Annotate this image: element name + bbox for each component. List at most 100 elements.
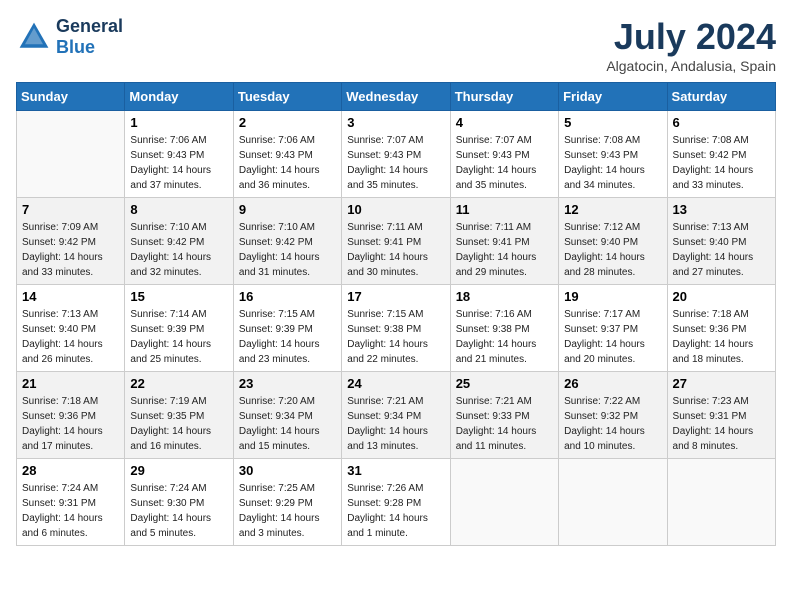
day-info: Sunrise: 7:24 AM Sunset: 9:31 PM Dayligh… xyxy=(22,481,119,541)
day-number: 18 xyxy=(456,289,553,304)
calendar-cell: 21 Sunrise: 7:18 AM Sunset: 9:36 PM Dayli… xyxy=(17,372,125,459)
day-number: 6 xyxy=(673,115,770,130)
calendar-cell: 28Sunrise: 7:24 AM Sunset: 9:31 PM Dayli… xyxy=(17,459,125,546)
calendar-header: SundayMondayTuesdayWednesdayThursdayFrid… xyxy=(17,83,776,111)
logo-blue: Blue xyxy=(56,37,95,57)
day-info: Sunrise: 7:08 AM Sunset: 9:42 PM Dayligh… xyxy=(673,133,770,193)
day-info: Sunrise: 7:08 AM Sunset: 9:43 PM Dayligh… xyxy=(564,133,661,193)
day-info: Sunrise: 7:12 AM Sunset: 9:40 PM Dayligh… xyxy=(564,220,661,280)
calendar-cell: 23Sunrise: 7:20 AM Sunset: 9:34 PM Dayli… xyxy=(233,372,341,459)
day-number: 14 xyxy=(22,289,119,304)
day-number: 19 xyxy=(564,289,661,304)
calendar-cell: 30Sunrise: 7:25 AM Sunset: 9:29 PM Dayli… xyxy=(233,459,341,546)
day-info: Sunrise: 7:23 AM Sunset: 9:31 PM Dayligh… xyxy=(673,394,770,454)
calendar-cell: 26 Sunrise: 7:22 AM Sunset: 9:32 PM Dayli… xyxy=(559,372,667,459)
day-info: Sunrise: 7:19 AM Sunset: 9:35 PM Dayligh… xyxy=(130,394,227,454)
day-info: Sunrise: 7:26 AM Sunset: 9:28 PM Dayligh… xyxy=(347,481,444,541)
week-row-2: 14 Sunrise: 7:13 AM Sunset: 9:40 PM Dayli… xyxy=(17,285,776,372)
calendar-cell: 27 Sunrise: 7:23 AM Sunset: 9:31 PM Dayli… xyxy=(667,372,775,459)
title-block: July 2024 Algatocin, Andalusia, Spain xyxy=(606,16,776,74)
logo-icon xyxy=(16,19,52,55)
day-number: 30 xyxy=(239,463,336,478)
calendar-body: 1Sunrise: 7:06 AM Sunset: 9:43 PM Daylig… xyxy=(17,111,776,546)
header-sunday: Sunday xyxy=(17,83,125,111)
header-thursday: Thursday xyxy=(450,83,558,111)
header-tuesday: Tuesday xyxy=(233,83,341,111)
day-number: 15 xyxy=(130,289,227,304)
day-number: 12 xyxy=(564,202,661,217)
day-number: 10 xyxy=(347,202,444,217)
day-number: 25 xyxy=(456,376,553,391)
day-info: Sunrise: 7:13 AM Sunset: 9:40 PM Dayligh… xyxy=(673,220,770,280)
day-number: 17 xyxy=(347,289,444,304)
day-info: Sunrise: 7:18 AM Sunset: 9:36 PM Dayligh… xyxy=(673,307,770,367)
day-number: 16 xyxy=(239,289,336,304)
day-info: Sunrise: 7:15 AM Sunset: 9:39 PM Dayligh… xyxy=(239,307,336,367)
day-info: Sunrise: 7:15 AM Sunset: 9:38 PM Dayligh… xyxy=(347,307,444,367)
day-info: Sunrise: 7:07 AM Sunset: 9:43 PM Dayligh… xyxy=(347,133,444,193)
calendar-cell: 9 Sunrise: 7:10 AM Sunset: 9:42 PM Daylig… xyxy=(233,198,341,285)
calendar-cell: 3 Sunrise: 7:07 AM Sunset: 9:43 PM Daylig… xyxy=(342,111,450,198)
page-header: General Blue July 2024 Algatocin, Andalu… xyxy=(16,16,776,74)
day-info: Sunrise: 7:22 AM Sunset: 9:32 PM Dayligh… xyxy=(564,394,661,454)
header-saturday: Saturday xyxy=(667,83,775,111)
day-info: Sunrise: 7:18 AM Sunset: 9:36 PM Dayligh… xyxy=(22,394,119,454)
week-row-3: 21 Sunrise: 7:18 AM Sunset: 9:36 PM Dayli… xyxy=(17,372,776,459)
calendar-table: SundayMondayTuesdayWednesdayThursdayFrid… xyxy=(16,82,776,546)
calendar-cell: 6 Sunrise: 7:08 AM Sunset: 9:42 PM Daylig… xyxy=(667,111,775,198)
day-number: 21 xyxy=(22,376,119,391)
calendar-cell: 31Sunrise: 7:26 AM Sunset: 9:28 PM Dayli… xyxy=(342,459,450,546)
calendar-cell xyxy=(450,459,558,546)
header-friday: Friday xyxy=(559,83,667,111)
day-number: 20 xyxy=(673,289,770,304)
calendar-cell xyxy=(559,459,667,546)
calendar-cell: 16 Sunrise: 7:15 AM Sunset: 9:39 PM Dayli… xyxy=(233,285,341,372)
day-number: 11 xyxy=(456,202,553,217)
day-number: 26 xyxy=(564,376,661,391)
day-info: Sunrise: 7:06 AM Sunset: 9:43 PM Dayligh… xyxy=(239,133,336,193)
calendar-cell: 19Sunrise: 7:17 AM Sunset: 9:37 PM Dayli… xyxy=(559,285,667,372)
calendar-cell: 2Sunrise: 7:06 AM Sunset: 9:43 PM Daylig… xyxy=(233,111,341,198)
day-number: 23 xyxy=(239,376,336,391)
calendar-cell: 10Sunrise: 7:11 AM Sunset: 9:41 PM Dayli… xyxy=(342,198,450,285)
calendar-cell: 22 Sunrise: 7:19 AM Sunset: 9:35 PM Dayli… xyxy=(125,372,233,459)
day-number: 8 xyxy=(130,202,227,217)
calendar-cell: 17 Sunrise: 7:15 AM Sunset: 9:38 PM Dayli… xyxy=(342,285,450,372)
calendar-cell: 5 Sunrise: 7:08 AM Sunset: 9:43 PM Daylig… xyxy=(559,111,667,198)
day-info: Sunrise: 7:13 AM Sunset: 9:40 PM Dayligh… xyxy=(22,307,119,367)
day-number: 24 xyxy=(347,376,444,391)
calendar-cell: 13 Sunrise: 7:13 AM Sunset: 9:40 PM Dayli… xyxy=(667,198,775,285)
calendar-cell: 29 Sunrise: 7:24 AM Sunset: 9:30 PM Dayli… xyxy=(125,459,233,546)
day-number: 3 xyxy=(347,115,444,130)
calendar-cell: 24 Sunrise: 7:21 AM Sunset: 9:34 PM Dayli… xyxy=(342,372,450,459)
location: Algatocin, Andalusia, Spain xyxy=(606,58,776,74)
week-row-4: 28Sunrise: 7:24 AM Sunset: 9:31 PM Dayli… xyxy=(17,459,776,546)
calendar-cell: 14 Sunrise: 7:13 AM Sunset: 9:40 PM Dayli… xyxy=(17,285,125,372)
day-info: Sunrise: 7:16 AM Sunset: 9:38 PM Dayligh… xyxy=(456,307,553,367)
header-row: SundayMondayTuesdayWednesdayThursdayFrid… xyxy=(17,83,776,111)
calendar-cell: 11Sunrise: 7:11 AM Sunset: 9:41 PM Dayli… xyxy=(450,198,558,285)
day-info: Sunrise: 7:09 AM Sunset: 9:42 PM Dayligh… xyxy=(22,220,119,280)
day-number: 5 xyxy=(564,115,661,130)
day-info: Sunrise: 7:24 AM Sunset: 9:30 PM Dayligh… xyxy=(130,481,227,541)
week-row-1: 7 Sunrise: 7:09 AM Sunset: 9:42 PM Daylig… xyxy=(17,198,776,285)
day-number: 27 xyxy=(673,376,770,391)
header-monday: Monday xyxy=(125,83,233,111)
day-number: 13 xyxy=(673,202,770,217)
day-info: Sunrise: 7:21 AM Sunset: 9:34 PM Dayligh… xyxy=(347,394,444,454)
calendar-cell: 15 Sunrise: 7:14 AM Sunset: 9:39 PM Dayli… xyxy=(125,285,233,372)
header-wednesday: Wednesday xyxy=(342,83,450,111)
calendar-cell xyxy=(17,111,125,198)
calendar-cell: 20 Sunrise: 7:18 AM Sunset: 9:36 PM Dayli… xyxy=(667,285,775,372)
day-info: Sunrise: 7:07 AM Sunset: 9:43 PM Dayligh… xyxy=(456,133,553,193)
logo-general: General xyxy=(56,16,123,36)
day-info: Sunrise: 7:14 AM Sunset: 9:39 PM Dayligh… xyxy=(130,307,227,367)
day-number: 22 xyxy=(130,376,227,391)
calendar-cell: 8Sunrise: 7:10 AM Sunset: 9:42 PM Daylig… xyxy=(125,198,233,285)
day-number: 7 xyxy=(22,202,119,217)
day-number: 9 xyxy=(239,202,336,217)
week-row-0: 1Sunrise: 7:06 AM Sunset: 9:43 PM Daylig… xyxy=(17,111,776,198)
month-title: July 2024 xyxy=(606,16,776,58)
day-info: Sunrise: 7:10 AM Sunset: 9:42 PM Dayligh… xyxy=(239,220,336,280)
day-number: 29 xyxy=(130,463,227,478)
